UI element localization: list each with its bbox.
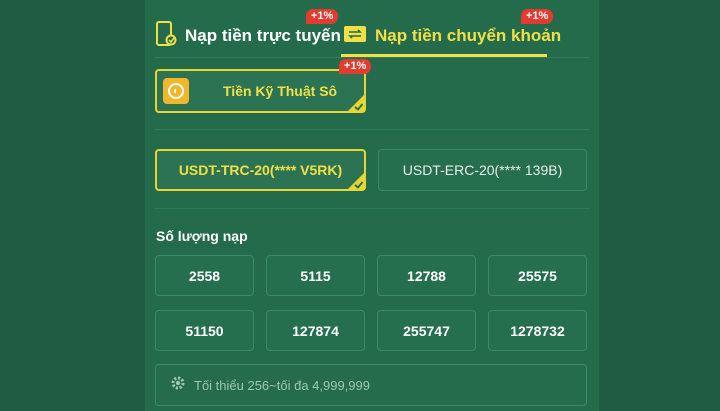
amount-option[interactable]: 12788 (377, 255, 476, 296)
section-divider (155, 129, 589, 130)
deposit-tabs: Nạp tiền trực tuyến +1% Nạp tiền chuyển … (145, 0, 599, 58)
amount-input[interactable]: Tối thiểu 256~tối đa 4,999,999 (155, 364, 587, 406)
coin-icon: ◐ (163, 78, 189, 104)
amount-option[interactable]: 1278732 (488, 310, 587, 351)
amount-option[interactable]: 51150 (155, 310, 254, 351)
network-option-erc20[interactable]: USDT-ERC-20(**** 139B) (378, 149, 587, 191)
network-label: USDT-ERC-20(**** 139B) (402, 162, 563, 178)
tab-online-label: Nạp tiền trực tuyến (185, 26, 341, 45)
network-label: USDT-TRC-20(**** V5RK) (178, 162, 343, 178)
amount-option[interactable]: 127874 (266, 310, 365, 351)
payment-method-label: Tiền Kỹ Thuật Sô (223, 83, 338, 99)
amount-limit-placeholder: Tối thiểu 256~tối đa 4,999,999 (194, 377, 371, 393)
tab-bank-badge: +1% (521, 9, 554, 24)
network-option-trc20[interactable]: USDT-TRC-20(**** V5RK) (155, 149, 366, 191)
amount-option[interactable]: 2558 (155, 255, 254, 296)
payment-method-digital-currency[interactable]: ◐ Tiền Kỹ Thuật Sô (155, 69, 366, 113)
tabs-divider (155, 57, 589, 58)
amount-title: Số lượng nạp (156, 228, 248, 244)
tab-online-badge: +1% (306, 9, 339, 24)
wallet-icon (343, 24, 367, 49)
phone-icon (155, 20, 177, 52)
amount-option[interactable]: 5115 (266, 255, 365, 296)
deposit-panel: Nạp tiền trực tuyến +1% Nạp tiền chuyển … (145, 0, 599, 411)
selected-check-icon (347, 94, 365, 112)
gear-icon (170, 375, 186, 396)
section-divider (155, 208, 589, 209)
payment-method-badge: +1% (339, 59, 372, 74)
selected-check-icon (347, 172, 365, 190)
amount-option[interactable]: 25575 (488, 255, 587, 296)
tab-bank-label: Nạp tiền chuyển khoản (375, 26, 562, 45)
amount-option[interactable]: 255747 (377, 310, 476, 351)
